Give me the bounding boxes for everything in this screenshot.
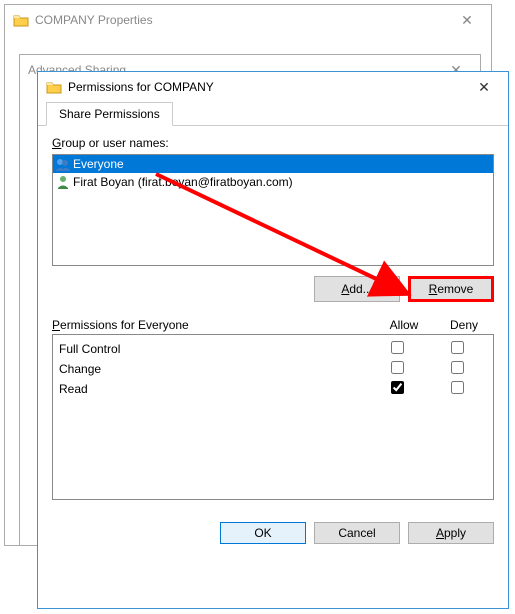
allow-full-control-checkbox[interactable]: [391, 341, 404, 354]
properties-title: COMPANY Properties: [35, 13, 447, 27]
folder-icon: [46, 79, 62, 95]
ok-button[interactable]: OK: [220, 522, 306, 544]
remove-button[interactable]: Remove: [408, 276, 494, 302]
allow-header: Allow: [374, 318, 434, 332]
list-item-label: Firat Boyan (firat.boyan@firatboyan.com): [73, 175, 293, 189]
group-label: Group or user names:: [52, 136, 494, 150]
perm-name: Read: [59, 382, 367, 396]
close-icon[interactable]: ✕: [447, 9, 487, 31]
permissions-for-label: Permissions for Everyone: [52, 318, 374, 332]
close-icon[interactable]: ✕: [464, 76, 504, 98]
table-row: Full Control: [59, 339, 487, 359]
perm-name: Full Control: [59, 342, 367, 356]
deny-change-checkbox[interactable]: [451, 361, 464, 374]
deny-read-checkbox[interactable]: [451, 381, 464, 394]
tab-share-permissions[interactable]: Share Permissions: [46, 102, 173, 126]
list-item[interactable]: Firat Boyan (firat.boyan@firatboyan.com): [53, 173, 493, 191]
group-listbox[interactable]: Everyone Firat Boyan (firat.boyan@firatb…: [52, 154, 494, 266]
group-icon: [55, 156, 71, 172]
properties-titlebar: COMPANY Properties ✕: [5, 5, 491, 35]
add-button[interactable]: Add...: [314, 276, 400, 302]
permissions-title: Permissions for COMPANY: [68, 80, 464, 94]
table-row: Read: [59, 379, 487, 399]
deny-header: Deny: [434, 318, 494, 332]
allow-change-checkbox[interactable]: [391, 361, 404, 374]
list-item-label: Everyone: [73, 157, 124, 171]
user-icon: [55, 174, 71, 190]
apply-button[interactable]: Apply: [408, 522, 494, 544]
add-button-rest: dd...: [349, 282, 372, 296]
deny-full-control-checkbox[interactable]: [451, 341, 464, 354]
folder-icon: [13, 12, 29, 28]
permissions-window: Permissions for COMPANY ✕ Share Permissi…: [37, 71, 509, 609]
remove-button-rest: emove: [437, 282, 473, 296]
apply-button-rest: pply: [444, 526, 466, 540]
tabstrip: Share Permissions: [38, 102, 508, 126]
permissions-table: Full Control Change Read: [52, 334, 494, 500]
list-item[interactable]: Everyone: [53, 155, 493, 173]
permissions-titlebar: Permissions for COMPANY ✕: [38, 72, 508, 102]
allow-read-checkbox[interactable]: [391, 381, 404, 394]
table-row: Change: [59, 359, 487, 379]
cancel-button[interactable]: Cancel: [314, 522, 400, 544]
perm-name: Change: [59, 362, 367, 376]
